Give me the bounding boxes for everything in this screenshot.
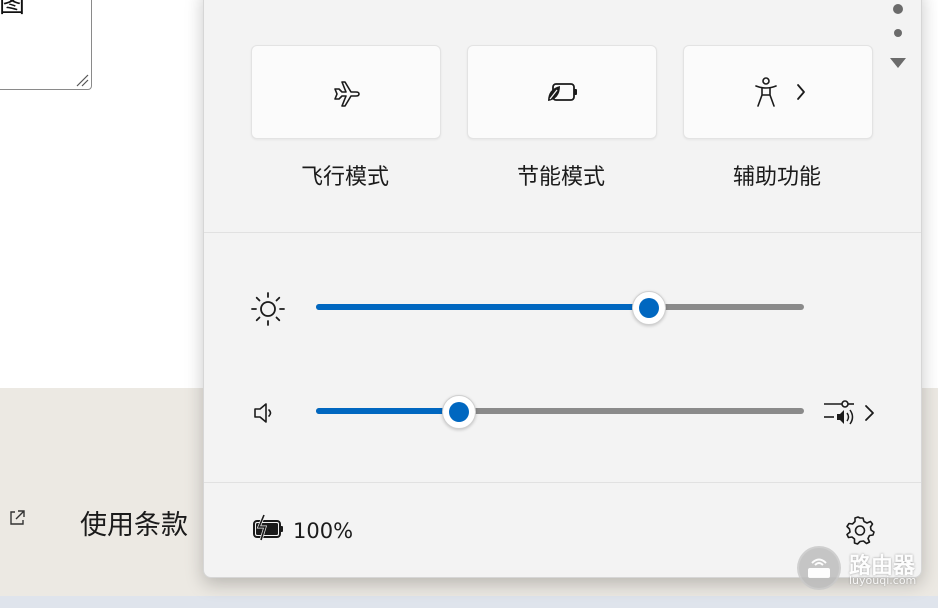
sun-icon — [251, 292, 285, 326]
brightness-slider[interactable] — [316, 291, 804, 325]
brightness-slider-fill — [316, 304, 648, 310]
speaker-icon[interactable] — [252, 401, 276, 425]
external-link-icon[interactable] — [8, 509, 26, 527]
tile-airplane-mode[interactable] — [251, 45, 441, 139]
divider — [204, 482, 921, 483]
airplane-icon — [334, 81, 360, 107]
quick-settings-flyout: 飞行模式 节能模式 辅助功能 100% — [203, 0, 922, 578]
text-area[interactable]: 名图 — [0, 0, 92, 90]
volume-slider-fill — [316, 408, 458, 414]
volume-slider-thumb[interactable] — [441, 395, 476, 429]
accessibility-icon — [755, 77, 805, 107]
gear-icon[interactable] — [845, 515, 875, 545]
page-indicator-active[interactable] — [893, 4, 903, 14]
resize-grip-icon[interactable] — [75, 73, 89, 87]
chevron-right-icon[interactable] — [864, 404, 876, 422]
battery-percentage[interactable]: 100% — [293, 519, 353, 543]
terms-of-use-link[interactable]: 使用条款 — [80, 503, 188, 542]
brightness-slider-thumb[interactable] — [631, 291, 666, 325]
battery-saver-icon — [548, 83, 577, 101]
next-page-arrow-icon[interactable] — [890, 58, 906, 68]
watermark-logo — [797, 546, 841, 590]
tile-label-accessibility: 辅助功能 — [732, 165, 821, 190]
page-indicator[interactable] — [894, 29, 902, 37]
volume-slider[interactable] — [316, 395, 804, 429]
taskbar-edge — [0, 596, 938, 608]
tile-battery-saver[interactable] — [467, 45, 657, 139]
audio-output-icon[interactable] — [822, 397, 858, 429]
watermark: 路由器 luyouqi.com — [797, 546, 927, 590]
tile-accessibility[interactable] — [683, 45, 873, 139]
divider — [204, 232, 921, 233]
watermark-url: luyouqi.com — [849, 574, 917, 587]
tile-label-airplane-mode: 飞行模式 — [300, 165, 389, 190]
router-icon — [799, 548, 839, 588]
battery-charging-icon[interactable] — [252, 514, 286, 542]
text-area-content: 名图 — [0, 0, 26, 19]
tile-label-battery-saver: 节能模式 — [516, 165, 605, 190]
